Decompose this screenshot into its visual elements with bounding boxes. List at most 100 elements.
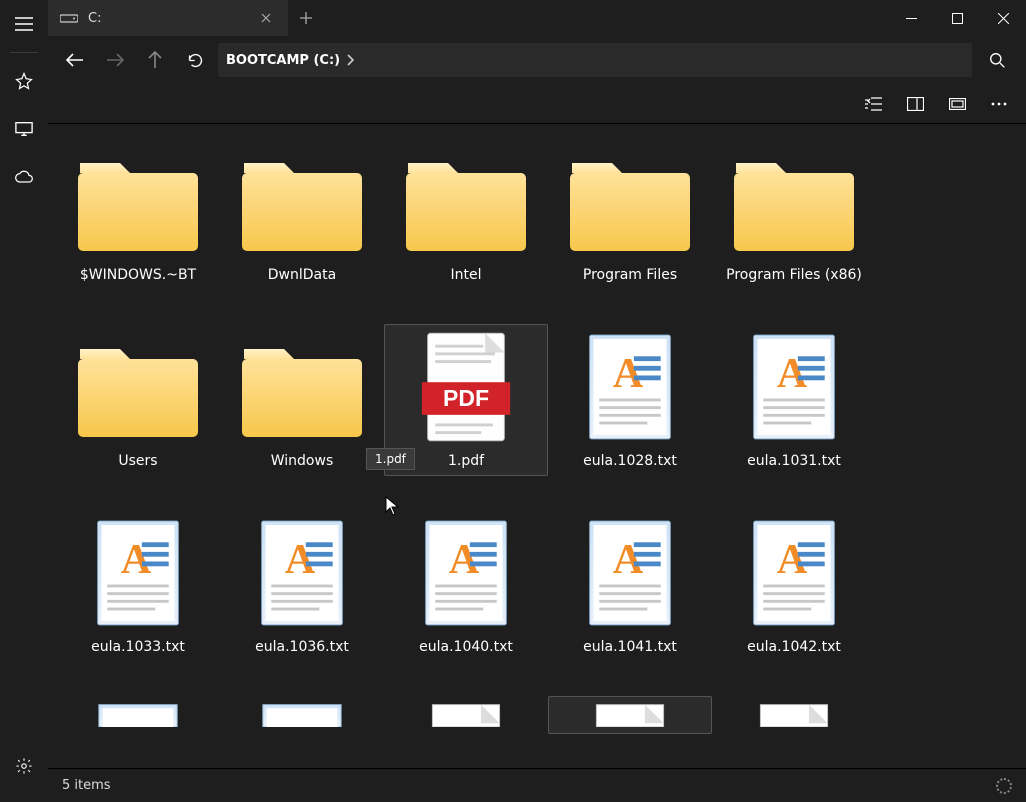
folder-icon <box>238 141 366 261</box>
txt-item[interactable]: eula.1033.txt <box>56 510 220 662</box>
item-icon-wrap <box>402 699 530 727</box>
gear-icon <box>15 757 33 775</box>
main-column: C: <box>48 0 1026 802</box>
chevron-right-icon <box>346 54 354 66</box>
desktop-icon <box>15 121 33 137</box>
item-icon-wrap <box>730 141 858 261</box>
loading-spinner-icon <box>996 778 1012 794</box>
nav-forward-button <box>98 43 132 77</box>
rail-separator <box>10 52 38 53</box>
folder-item[interactable]: Intel <box>384 138 548 290</box>
more-button[interactable] <box>982 88 1016 120</box>
item-label: eula.1041.txt <box>583 639 677 655</box>
item-label: DwnlData <box>268 267 336 283</box>
folder-icon <box>730 141 858 261</box>
item-icon-wrap <box>566 327 694 447</box>
nav-bar: BOOTCAMP (C:) <box>48 36 1026 84</box>
status-bar: 5 items <box>48 768 1026 802</box>
file-partial-item[interactable] <box>220 696 384 734</box>
txt-icon <box>418 515 514 631</box>
title-drag-region[interactable] <box>324 0 888 36</box>
window-close-button[interactable] <box>980 0 1026 36</box>
txt-icon <box>746 515 842 631</box>
txt-icon <box>582 329 678 445</box>
file-generic-partial-item[interactable] <box>548 696 712 734</box>
layout-button[interactable] <box>940 88 974 120</box>
folder-icon <box>238 327 366 447</box>
item-icon-wrap <box>238 141 366 261</box>
item-icon-wrap <box>74 327 202 447</box>
tab-active[interactable]: C: <box>48 0 288 36</box>
folder-item[interactable]: $WINDOWS.~BT <box>56 138 220 290</box>
item-label: Users <box>118 453 157 469</box>
txt-icon <box>90 515 186 631</box>
item-icon-wrap <box>730 327 858 447</box>
breadcrumb-bar[interactable]: BOOTCAMP (C:) <box>218 43 972 77</box>
folder-item[interactable]: Windows <box>220 324 384 476</box>
arrow-up-icon <box>148 51 162 69</box>
file-partial-item[interactable] <box>56 696 220 734</box>
folder-item[interactable]: DwnlData <box>220 138 384 290</box>
folder-item[interactable]: Users <box>56 324 220 476</box>
menu-button[interactable] <box>4 4 44 44</box>
txt-item[interactable]: eula.1041.txt <box>548 510 712 662</box>
cloud-icon <box>14 170 34 184</box>
preview-pane-button[interactable] <box>898 88 932 120</box>
breadcrumb-segment[interactable]: BOOTCAMP (C:) <box>226 53 340 68</box>
favorites-button[interactable] <box>4 61 44 101</box>
nav-refresh-button[interactable] <box>178 43 212 77</box>
txt-item[interactable]: eula.1031.txt <box>712 324 876 476</box>
item-label: Program Files (x86) <box>726 267 862 283</box>
item-label: eula.1033.txt <box>91 639 185 655</box>
window-maximize-button[interactable] <box>934 0 980 36</box>
file-content-pane[interactable]: $WINDOWS.~BT DwnlData Intel Program Files Pr… <box>48 124 1026 768</box>
nav-up-button <box>138 43 172 77</box>
item-icon-wrap <box>566 513 694 633</box>
search-button[interactable] <box>978 43 1016 77</box>
nav-back-button[interactable] <box>58 43 92 77</box>
folder-icon <box>74 141 202 261</box>
item-icon-wrap <box>402 513 530 633</box>
folder-icon <box>566 141 694 261</box>
item-label: eula.1040.txt <box>419 639 513 655</box>
item-icon-wrap <box>402 141 530 261</box>
item-label: eula.1028.txt <box>583 453 677 469</box>
folder-item[interactable]: Program Files <box>548 138 712 290</box>
file-generic-partial-item[interactable] <box>384 696 548 734</box>
txt-item[interactable]: eula.1040.txt <box>384 510 548 662</box>
txt-item[interactable]: eula.1042.txt <box>712 510 876 662</box>
item-label: Program Files <box>583 267 677 283</box>
file-generic-partial-icon <box>746 699 842 727</box>
cloud-button[interactable] <box>4 157 44 197</box>
minimize-icon <box>906 13 917 24</box>
folder-item[interactable]: Program Files (x86) <box>712 138 876 290</box>
txt-icon <box>582 515 678 631</box>
pdf-item[interactable]: 1.pdf <box>384 324 548 476</box>
file-generic-partial-item[interactable] <box>712 696 876 734</box>
arrow-right-icon <box>106 53 124 67</box>
item-label: Intel <box>451 267 482 283</box>
file-partial-icon <box>90 699 186 727</box>
more-icon <box>991 102 1007 106</box>
file-generic-partial-icon <box>582 699 678 727</box>
refresh-icon <box>187 52 204 69</box>
item-label: Windows <box>271 453 334 469</box>
arrow-left-icon <box>66 53 84 67</box>
layout-icon <box>949 98 966 110</box>
pdf-icon <box>418 329 514 445</box>
close-icon <box>261 13 271 23</box>
desktop-button[interactable] <box>4 109 44 149</box>
txt-item[interactable]: eula.1028.txt <box>548 324 712 476</box>
tab-close-button[interactable] <box>256 8 276 28</box>
window-minimize-button[interactable] <box>888 0 934 36</box>
item-icon-wrap <box>238 699 366 727</box>
star-icon <box>15 72 33 90</box>
item-icon-wrap <box>74 513 202 633</box>
item-icon-wrap <box>238 327 366 447</box>
search-icon <box>989 52 1006 69</box>
txt-icon <box>746 329 842 445</box>
details-view-button[interactable] <box>856 88 890 120</box>
txt-item[interactable]: eula.1036.txt <box>220 510 384 662</box>
new-tab-button[interactable] <box>288 0 324 36</box>
settings-button[interactable] <box>4 746 44 786</box>
